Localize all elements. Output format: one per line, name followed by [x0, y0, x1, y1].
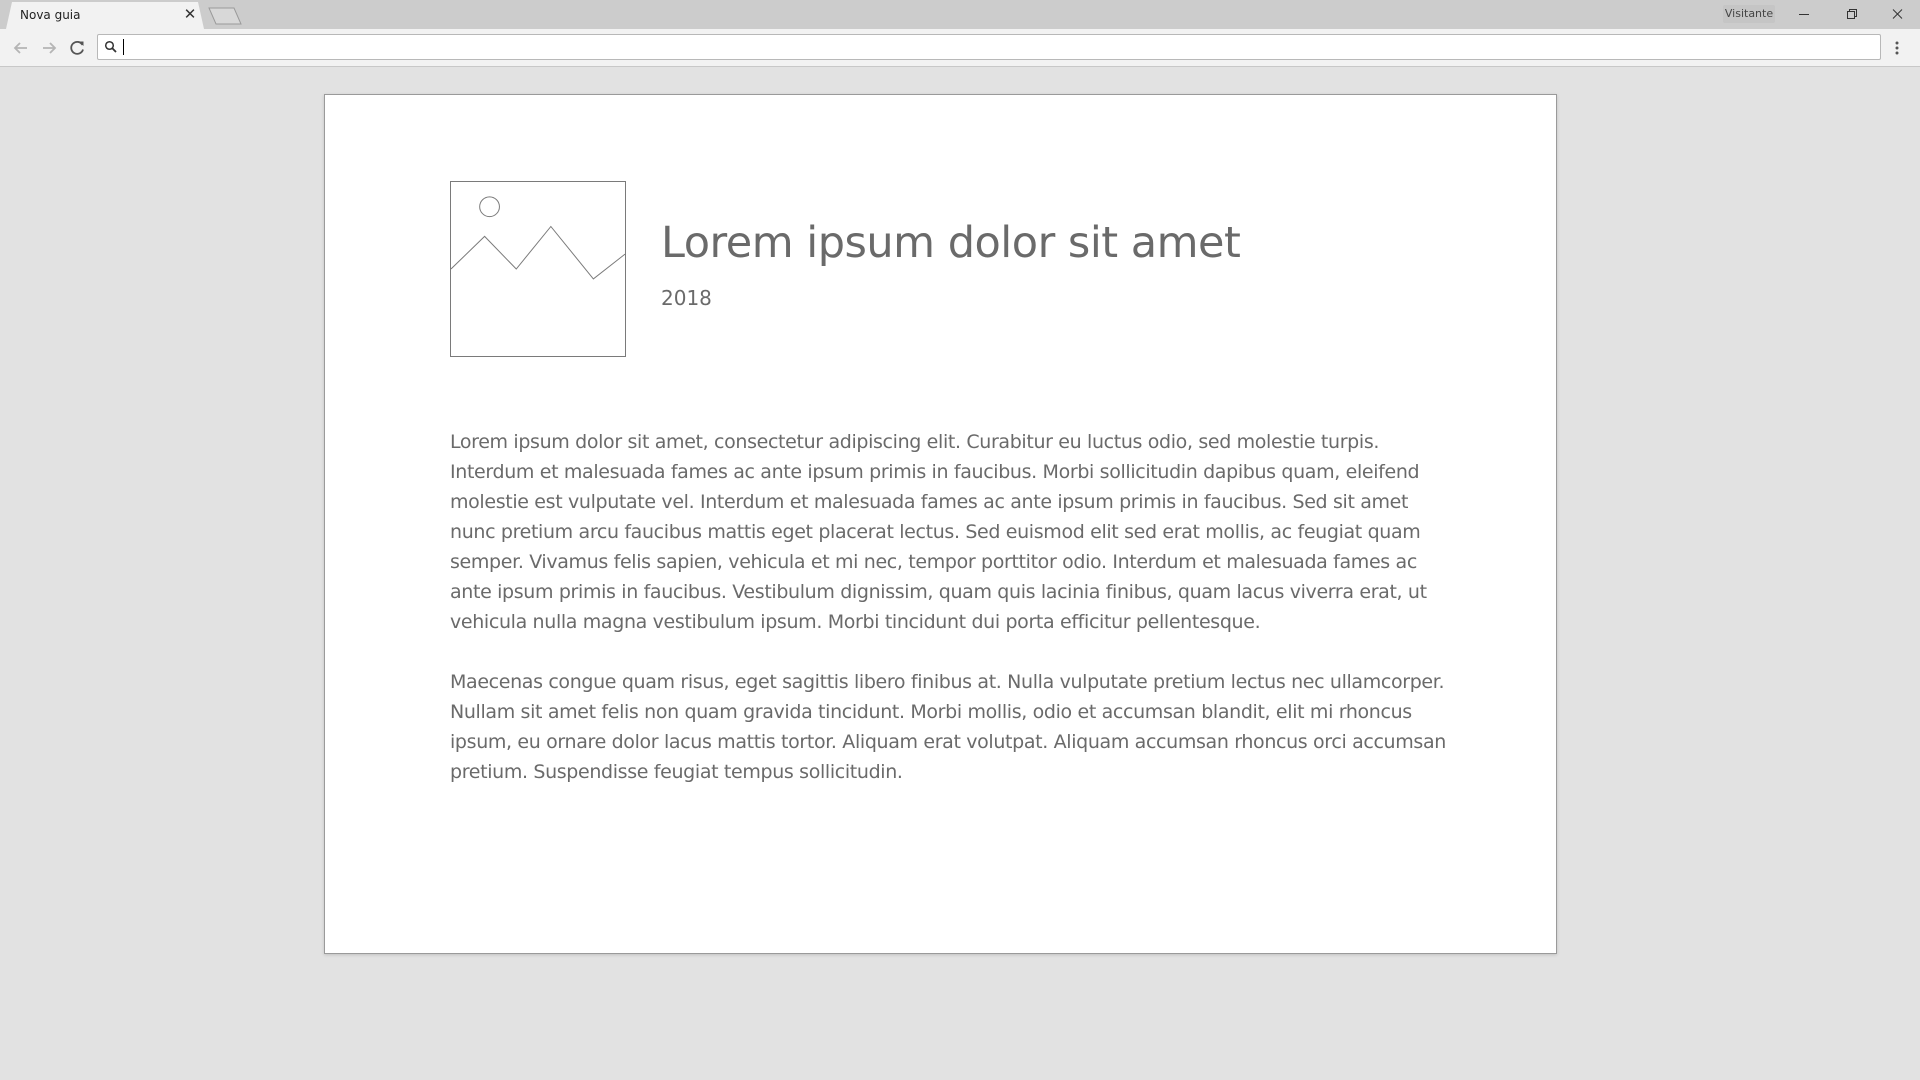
close-icon[interactable] — [1875, 0, 1920, 29]
paragraph: Maecenas congue quam risus, eget sagitti… — [450, 671, 1446, 783]
minimize-icon[interactable] — [1781, 0, 1826, 29]
address-bar[interactable] — [97, 34, 1881, 60]
arrow-right-icon[interactable] — [38, 37, 60, 59]
address-input[interactable] — [122, 37, 1862, 57]
arrow-left-icon[interactable] — [10, 37, 32, 59]
profile-button[interactable]: Visitante — [1723, 5, 1775, 23]
new-tab-button[interactable] — [208, 7, 242, 25]
restore-icon[interactable] — [1829, 0, 1874, 29]
reload-icon[interactable] — [66, 37, 88, 59]
kebab-menu-icon[interactable] — [1886, 37, 1908, 59]
tab-title: Nova guia — [20, 8, 81, 22]
search-icon — [104, 40, 117, 53]
image-placeholder-icon — [450, 181, 626, 357]
tab-strip: Nova guia ✕ Visitante — [0, 0, 1920, 29]
tab-close-icon[interactable]: ✕ — [182, 6, 198, 22]
page-title: Lorem ipsum dolor sit amet — [661, 218, 1241, 268]
page-year: 2018 — [661, 286, 712, 310]
browser-window: Nova guia ✕ Visitante Lorem ipsum dolor … — [0, 0, 1920, 1080]
tab-nova-guia[interactable]: Nova guia ✕ — [6, 2, 204, 29]
text-caret — [123, 39, 124, 55]
paragraph: Lorem ipsum dolor sit amet, consectetur … — [450, 431, 1427, 633]
toolbar — [0, 29, 1920, 67]
article-body: Lorem ipsum dolor sit amet, consectetur … — [450, 427, 1450, 817]
